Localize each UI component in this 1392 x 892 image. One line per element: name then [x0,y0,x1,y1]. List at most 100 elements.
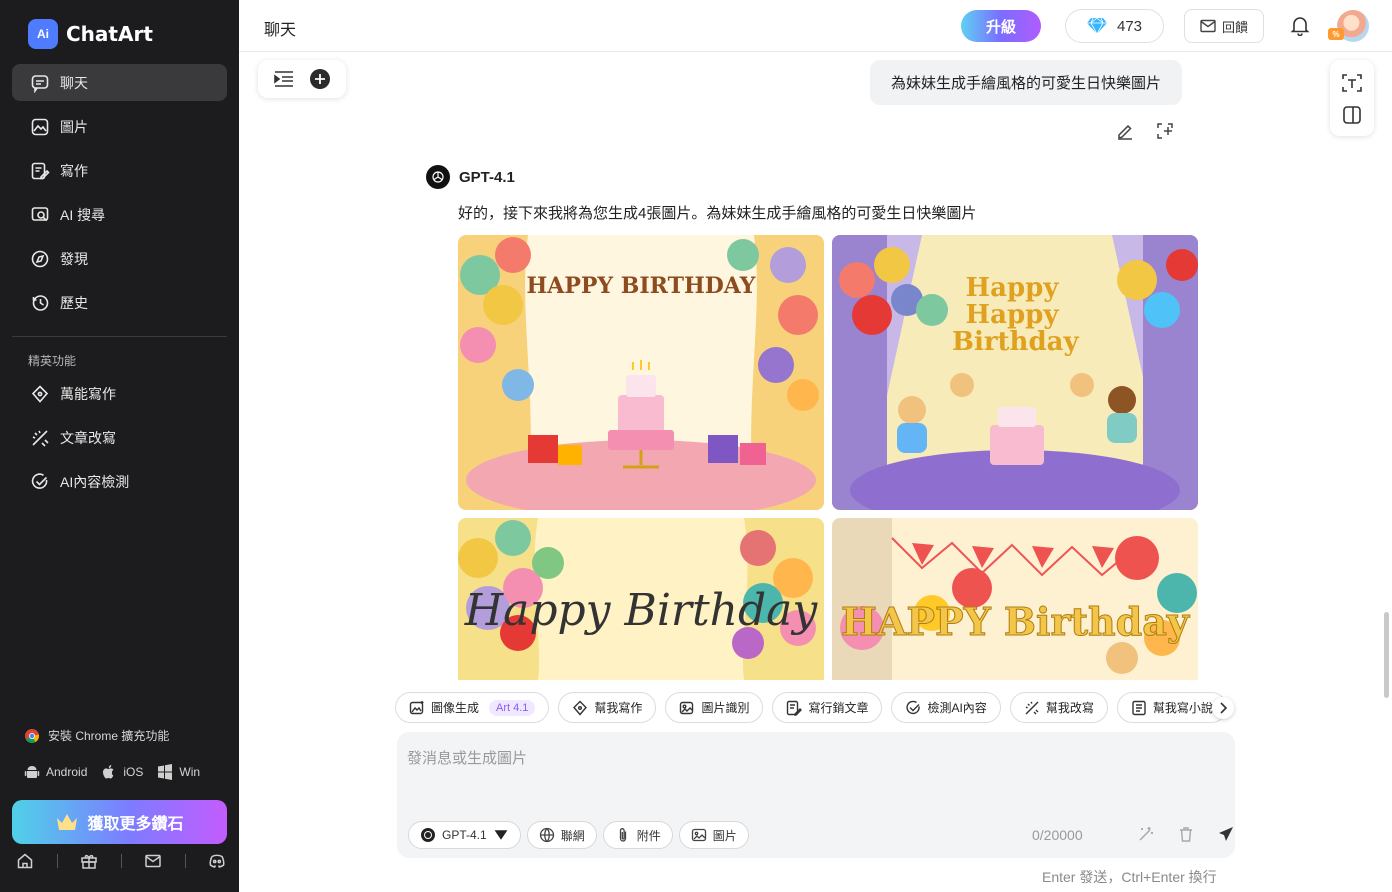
gem-count: 473 [1116,17,1143,35]
mail-icon[interactable] [144,852,162,870]
avatar-discount-badge: % [1328,28,1344,40]
tools-scroll-next[interactable] [1212,697,1234,719]
home-icon[interactable] [16,852,34,870]
diamond-pen-icon [573,700,588,716]
sidebar-item-universal-writing[interactable]: 萬能寫作 [12,375,227,412]
sidebar-item-ai-detect[interactable]: AI內容檢測 [12,463,227,500]
chrome-icon [25,728,40,743]
message-actions [1116,122,1174,140]
tool-detect-ai[interactable]: 檢測AI內容 [891,692,1001,723]
model-label: GPT-4.1 [442,828,487,842]
caret-down-icon [494,830,508,840]
sidebar-item-label: 聊天 [60,74,88,91]
footer-separator [56,854,58,868]
gift-icon[interactable] [80,852,98,870]
keyboard-hint: Enter 發送，Ctrl+Enter 換行 [1042,869,1217,885]
user-message: 為妹妹生成手繪風格的可愛生日快樂圖片 [870,60,1182,105]
sidebar: Ai ChatArt 聊天 圖片 寫作 AI 搜尋 發現 歷史 精英功能 萬能寫… [0,0,239,892]
footer-separator [184,854,186,868]
image-label: 圖片 [712,828,737,843]
generated-image-3[interactable]: Happy Birthday [458,518,824,680]
image-icon [31,118,49,135]
screenshot-add-icon[interactable] [1341,72,1363,94]
tool-help-rewrite[interactable]: 幫我改寫 [1009,692,1108,723]
chat-icon [31,74,49,93]
message-input[interactable] [407,750,1207,767]
upgrade-button[interactable]: 升級 [961,10,1041,42]
char-counter: 0/20000 [1032,827,1083,843]
platform-ios[interactable]: iOS [123,765,143,779]
tool-label: 幫我改寫 [1045,701,1094,715]
model-selector[interactable]: GPT-4.1 [408,821,521,849]
tool-image-recognition[interactable]: 圖片識別 [665,692,764,723]
web-search-toggle[interactable]: 聯網 [526,821,597,849]
paperclip-icon [619,828,626,842]
apple-icon[interactable] [101,764,117,780]
article-icon [787,700,803,716]
check-circle-icon [906,700,921,714]
openai-icon [426,165,450,189]
compass-icon [31,250,49,267]
sidebar-item-image[interactable]: 圖片 [12,108,227,145]
windows-icon[interactable] [157,764,173,780]
trash-icon[interactable] [1177,825,1195,843]
sidebar-item-label: 歷史 [60,294,88,311]
tool-help-novel[interactable]: 幫我寫小說 [1116,692,1227,723]
ai-search-icon [31,206,49,221]
new-chat-icon[interactable] [309,68,331,90]
sidebar-item-label: AI 搜尋 [60,206,106,223]
sidebar-item-discover[interactable]: 發現 [12,240,227,277]
platform-android[interactable]: Android [46,765,87,779]
android-icon[interactable] [24,764,40,780]
crown-icon [57,814,78,830]
image-gen-icon [409,700,424,714]
split-view-icon[interactable] [1342,105,1362,125]
logo-icon: Ai [28,19,58,49]
sidebar-item-label: AI內容檢測 [60,473,130,490]
footer-separator [120,854,122,868]
gem-balance[interactable]: 473 [1065,9,1164,43]
generated-image-1[interactable]: HAPPY BIRTHDAY [458,235,824,510]
sidebar-item-chat[interactable]: 聊天 [12,64,227,101]
tool-label: 圖像生成 [431,701,480,715]
sidebar-item-ai-search[interactable]: AI 搜尋 [12,196,227,233]
generated-image-2[interactable]: Happy Happy Birthday [832,235,1198,510]
sidebar-item-write[interactable]: 寫作 [12,152,227,189]
tool-help-write[interactable]: 幫我寫作 [558,692,657,723]
sidebar-item-label: 萬能寫作 [60,385,116,402]
feedback-button[interactable]: 回饋 [1184,9,1264,43]
image-caption: HAPPY Birthday [841,599,1190,644]
sidebar-item-rewrite[interactable]: 文章改寫 [12,419,227,456]
attach-button[interactable]: 附件 [602,821,673,849]
sidebar-item-label: 寫作 [60,162,88,179]
platform-win[interactable]: Win [179,765,200,779]
tool-image-generation[interactable]: 圖像生成 Art 4.1 [395,692,550,723]
chrome-extension-link[interactable]: 安裝 Chrome 擴充功能 [24,727,169,744]
generated-image-4[interactable]: HAPPY Birthday [832,518,1198,680]
copy-to-input-icon[interactable] [1156,122,1174,140]
app-logo[interactable]: Ai ChatArt [28,19,153,49]
image-caption: HAPPY BIRTHDAY [526,273,756,299]
indent-menu-icon[interactable] [273,70,295,88]
magic-wand-icon[interactable] [1137,825,1155,843]
message-composer: GPT-4.1 聯網 附件 圖片 0/20000 [397,732,1235,858]
top-header: 聊天 升級 473 回饋 % [239,0,1392,52]
sidebar-footer [16,852,226,870]
sidebar-item-history[interactable]: 歷史 [12,284,227,321]
get-more-diamonds-button[interactable]: 獲取更多鑽石 [12,800,227,844]
check-circle-icon [31,472,48,489]
app-name: ChatArt [66,22,153,46]
discord-icon[interactable] [208,852,226,870]
diamond-icon [1086,17,1107,35]
diamond-pen-icon [31,384,49,403]
scrollbar-thumb[interactable] [1384,612,1389,698]
image-upload-button[interactable]: 圖片 [678,821,749,849]
edit-icon[interactable] [1116,122,1134,140]
tool-marketing-article[interactable]: 寫行銷文章 [772,692,883,723]
bell-icon[interactable] [1289,14,1311,36]
chevron-right-icon [1220,702,1228,714]
attach-label: 附件 [636,828,661,843]
tool-badge: Art 4.1 [489,699,536,716]
tool-label: 幫我寫小說 [1152,701,1213,715]
send-icon[interactable] [1217,825,1235,843]
